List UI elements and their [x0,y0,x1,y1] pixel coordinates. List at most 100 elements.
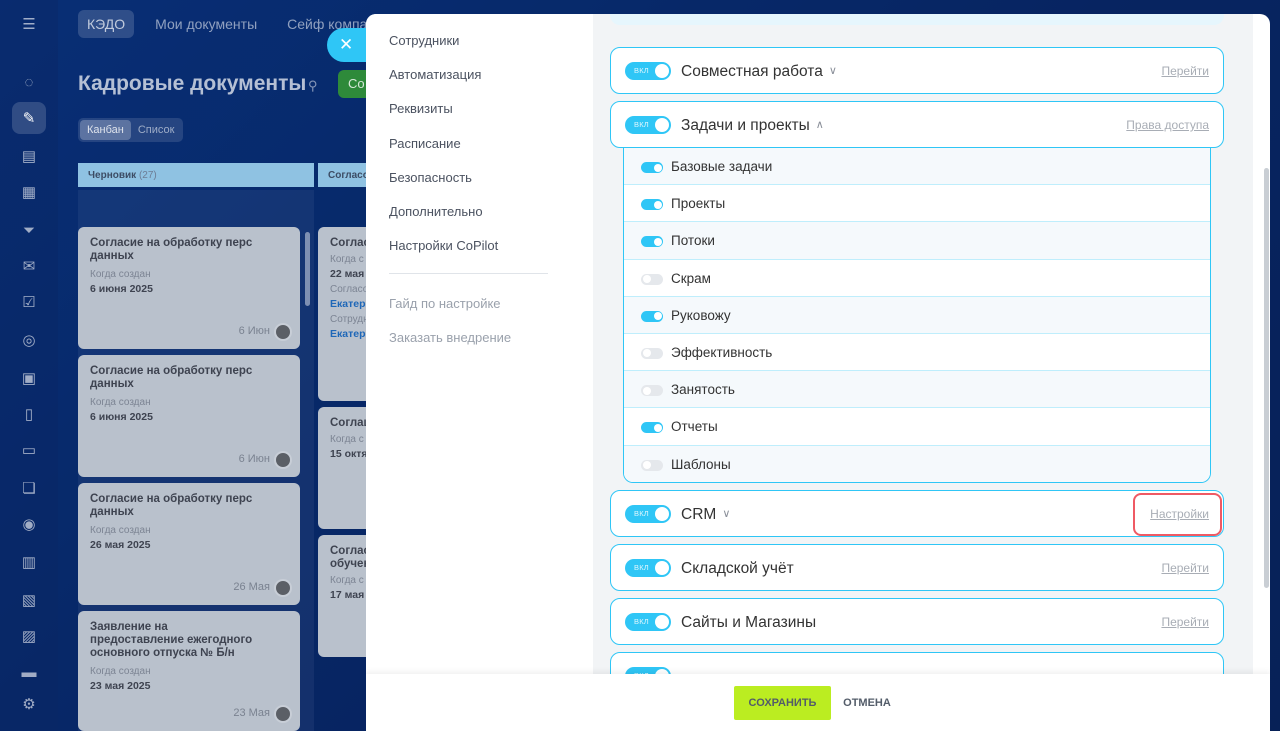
box-icon[interactable]: ▬ [19,662,39,682]
settings-nav-guide[interactable]: Гайд по настройке [389,296,501,311]
submodule-toggle[interactable] [641,347,663,359]
module-label[interactable]: CRM ∨ [681,506,730,524]
pulse-icon[interactable]: ◌ [19,72,39,92]
submodule-toggle[interactable] [641,385,663,397]
kanban-card[interactable]: Согласие на обработку перс данных Когда … [78,483,300,605]
module-label[interactable]: Совместная работа ∨ [681,63,837,81]
module-go-link[interactable]: Перейти [1161,561,1209,575]
mail-icon[interactable]: ✉ [19,256,39,276]
store-icon[interactable]: ▨ [19,626,39,646]
module-toggle[interactable] [625,116,671,134]
kedo-docs-icon[interactable]: ✎ [12,102,46,134]
avatar[interactable] [274,451,292,469]
funnel-icon[interactable]: ⏷ [19,220,39,240]
checkbox-icon[interactable]: ☑ [19,292,39,312]
contacts-icon[interactable]: ▣ [19,368,39,388]
avatar[interactable] [274,705,292,723]
chevron-down-icon[interactable]: ∨ [722,507,730,520]
submodule-label: Руковожу [671,307,731,323]
left-menu: ☰ ◌ ✎ ▤ ▦ ⏷ ✉ ☑ ◎ ▣ ▯ ▭ ❏ ◉ ▥ ▧ ▨ ▬ ⚙ [0,0,58,731]
settings-nav-security[interactable]: Безопасность [389,170,472,185]
avatar[interactable] [274,323,292,341]
chat-icon[interactable]: ❏ [19,478,39,498]
module-toggle[interactable] [625,559,671,577]
submodule-label: Занятость [671,382,735,398]
submodule-row: Базовые задачи [624,148,1210,186]
submodule-row: Отчеты [624,408,1210,446]
module-name: CRM [681,506,717,523]
avatar[interactable] [274,579,292,597]
kanban-card[interactable]: Согласие на обработку перс данных Когда … [78,355,300,477]
settings-footer: СОХРАНИТЬ ОТМЕНА [366,674,1270,731]
gear-icon[interactable]: ⚙ [19,694,39,714]
card-deadline: 23 Мая [233,707,270,719]
settings-content: Совместная работа ∨ Перейти Задачи и прое… [593,14,1253,674]
submodule-toggle[interactable] [641,199,663,211]
card-person-link[interactable]: Екатер [330,328,366,340]
schedule-icon[interactable]: ▧ [19,590,39,610]
card-person-link[interactable]: Екатер [330,298,366,310]
close-slider-button[interactable]: ✕ [327,28,367,62]
submodule-row: Проекты [624,185,1210,223]
cancel-button[interactable]: ОТМЕНА [840,686,894,720]
column-header-draft[interactable]: Черновик (27) [78,163,314,187]
module-name: Совместная работа [681,63,823,80]
settings-nav-requisites[interactable]: Реквизиты [389,101,453,116]
settings-nav-schedule[interactable]: Расписание [389,136,461,151]
chevron-up-icon[interactable]: ∧ [816,118,824,131]
card-label: Когда с [330,434,364,445]
settings-nav-order-implementation[interactable]: Заказать внедрение [389,330,511,345]
pin-icon[interactable]: ⚲ [308,78,318,94]
card-title: Заявление на предоставление ежегодного о… [90,621,253,659]
module-toggle[interactable] [625,613,671,631]
module-toggle[interactable] [625,62,671,80]
nav-my-docs[interactable]: Мои документы [146,10,266,38]
card-icon[interactable]: ▭ [19,440,39,460]
module-label[interactable]: Складской учёт [681,560,794,578]
column-name: Черновик [88,170,137,181]
card-label: Когда создан [90,666,151,677]
content-scrollbar[interactable] [1264,168,1269,588]
module-label[interactable]: Сайты и Магазины [681,614,816,632]
module-toggle[interactable] [625,667,671,674]
kanban-card[interactable]: Заявление на предоставление ежегодного о… [78,611,300,731]
settings-nav-automation[interactable]: Автоматизация [389,67,481,82]
file-icon[interactable]: ▯ [19,404,39,424]
settings-nav-additional[interactable]: Дополнительно [389,204,483,219]
submodule-row: Занятость [624,371,1210,409]
module-go-link[interactable]: Перейти [1161,64,1209,78]
submodule-label: Отчеты [671,419,718,435]
nav-kedo[interactable]: КЭДО [78,10,135,38]
create-button[interactable]: Со [338,70,368,98]
access-rights-link[interactable]: Права доступа [1126,118,1209,132]
calendar-icon[interactable]: ▥ [19,552,39,572]
submodule-toggle[interactable] [641,459,663,471]
settings-nav-employees[interactable]: Сотрудники [389,33,459,48]
save-button[interactable]: СОХРАНИТЬ [734,686,831,720]
submodule-toggle[interactable] [641,310,663,322]
target-icon[interactable]: ◎ [19,330,39,350]
column-scrollbar[interactable] [305,232,310,306]
submodule-toggle[interactable] [641,162,663,173]
kanban-card[interactable]: Согласие на обработку перс данных Когда … [78,227,300,349]
nav-divider [389,273,548,274]
submodule-row: Шаблоны [624,445,1210,482]
submodule-toggle[interactable] [641,273,663,285]
book-icon[interactable]: ▤ [19,146,39,166]
hamburger-icon[interactable]: ☰ [19,14,39,34]
module-label[interactable]: Задачи и проекты ∧ [681,117,824,135]
robot-icon[interactable]: ◉ [19,514,39,534]
settings-nav-copilot[interactable]: Настройки CoPilot [389,238,498,253]
submodule-toggle[interactable] [641,236,663,248]
view-list[interactable]: Список [131,120,182,140]
submodule-label: Скрам [671,270,711,286]
column-count: (27) [138,170,157,181]
view-kanban[interactable]: Канбан [80,120,131,140]
submodule-toggle[interactable] [641,422,663,434]
module-toggle[interactable] [625,505,671,523]
submodule-row: Потоки [624,222,1210,260]
chevron-down-icon[interactable]: ∨ [829,64,837,77]
module-go-link[interactable]: Перейти [1161,615,1209,629]
submodule-label: Базовые задачи [671,159,773,174]
document-icon[interactable]: ▦ [19,182,39,202]
